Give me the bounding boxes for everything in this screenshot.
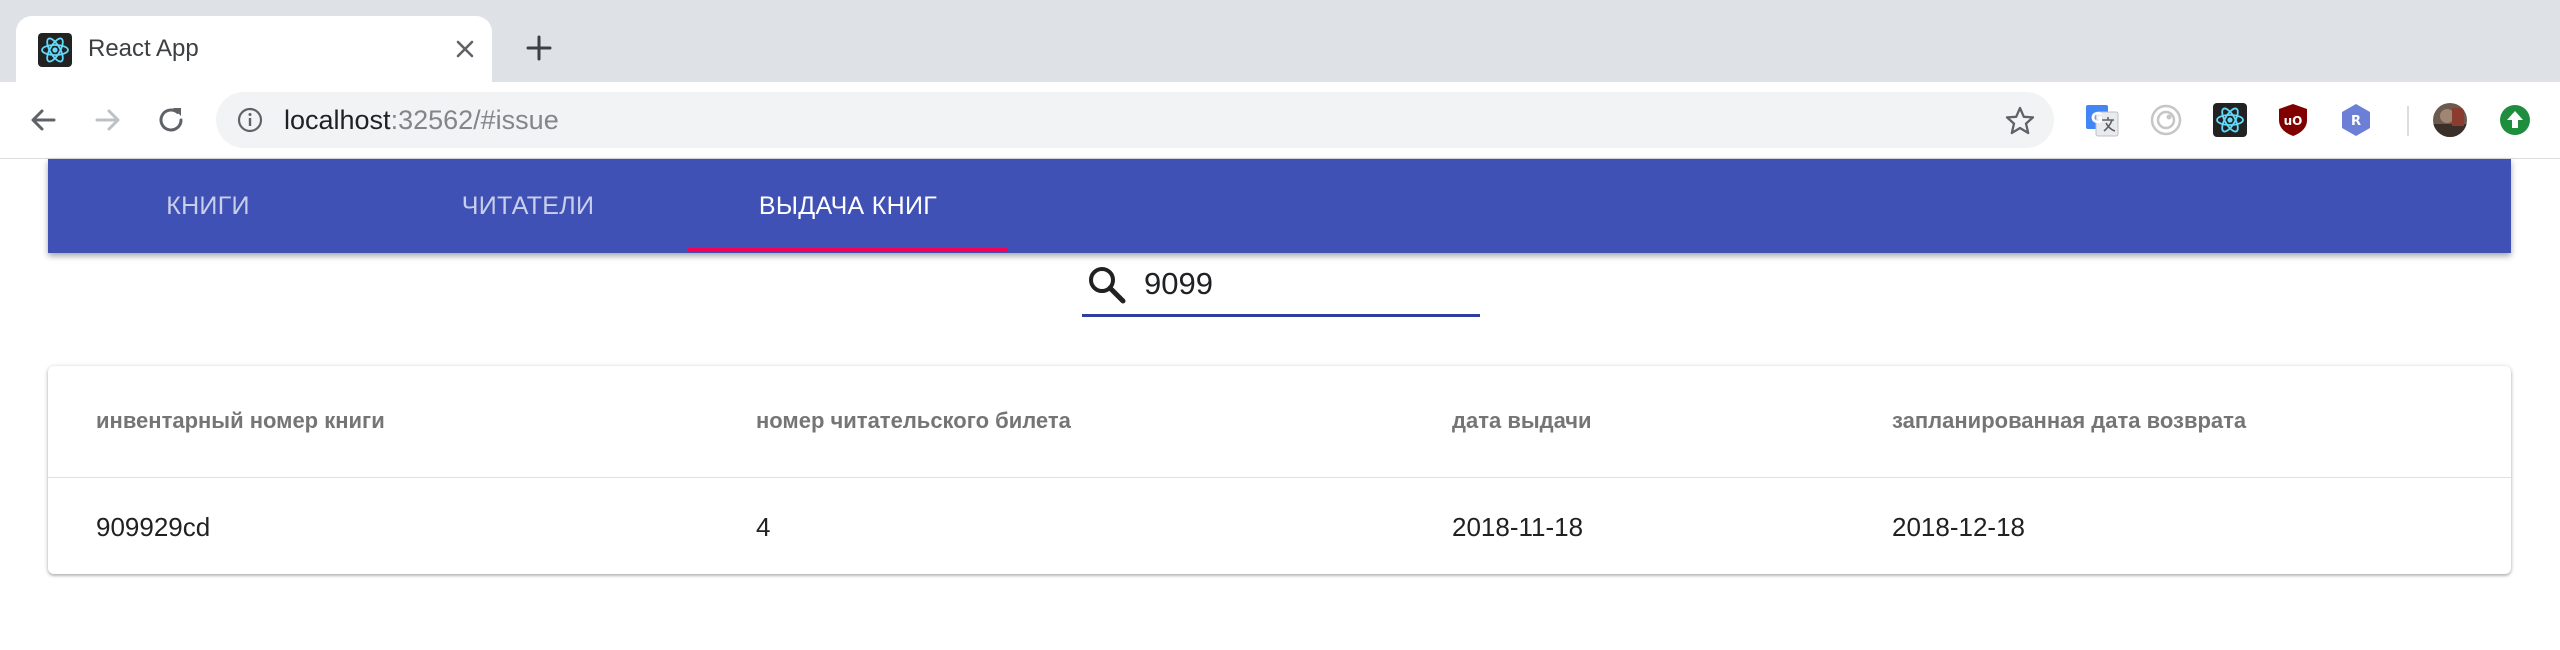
svg-text:uO: uO	[2284, 114, 2303, 128]
close-icon[interactable]	[448, 32, 482, 66]
table-header-row: инвентарный номер книги номер читательск…	[48, 366, 2511, 478]
search-icon	[1089, 267, 1126, 304]
back-arrow-icon[interactable]	[26, 103, 60, 137]
cell-planned-return-date: 2018-12-18	[1892, 512, 2025, 542]
cell-book-inventory-number: 909929cd	[96, 512, 211, 542]
column-header-issue-date: дата выдачи	[1452, 408, 1592, 433]
active-tab-indicator	[688, 248, 1008, 252]
browser-toolbar: localhost:32562/#issue G uO R	[0, 82, 2560, 159]
svg-text:G: G	[2091, 109, 2103, 127]
google-translate-icon[interactable]: G	[2084, 102, 2120, 138]
new-tab-icon[interactable]	[522, 31, 556, 65]
update-arrow-icon[interactable]	[2497, 102, 2533, 138]
url-text: localhost:32562/#issue	[284, 104, 559, 136]
app-navigation-bar: КНИГИ ЧИТАТЕЛИ ВЫДАЧА КНИГ	[48, 159, 2511, 253]
url-host: localhost	[284, 105, 391, 135]
react-icon	[38, 33, 72, 67]
address-bar[interactable]: localhost:32562/#issue	[216, 92, 2054, 148]
info-icon[interactable]	[236, 106, 264, 134]
browser-tab[interactable]: React App	[16, 16, 492, 82]
r-extension-icon[interactable]: R	[2338, 102, 2374, 138]
search-field	[1082, 256, 1480, 317]
browser-tabstrip: React App	[0, 0, 2560, 82]
tab-books[interactable]: КНИГИ	[48, 159, 368, 253]
profile-avatar[interactable]	[2432, 102, 2468, 138]
bookmark-star-icon[interactable]	[2004, 105, 2036, 137]
search-input[interactable]	[1144, 262, 1464, 306]
table-row[interactable]: 909929cd 4 2018-11-18 2018-12-18	[48, 478, 2511, 574]
tab-readers[interactable]: ЧИТАТЕЛИ	[368, 159, 688, 253]
circle-extension-icon[interactable]	[2148, 102, 2184, 138]
toolbar-separator	[2407, 106, 2409, 136]
reload-icon[interactable]	[154, 103, 188, 137]
tab-book-issue[interactable]: ВЫДАЧА КНИГ	[688, 159, 1008, 253]
column-header-reader-card-number: номер читательского билета	[756, 408, 1071, 433]
issue-table: инвентарный номер книги номер читательск…	[48, 366, 2511, 574]
react-devtools-icon[interactable]	[2212, 102, 2248, 138]
ublock-origin-icon[interactable]: uO	[2275, 102, 2311, 138]
column-header-planned-return-date: запланированная дата возврата	[1892, 408, 2247, 433]
svg-text:R: R	[2351, 114, 2361, 129]
forward-arrow-icon[interactable]	[91, 103, 125, 137]
cell-reader-card-number: 4	[756, 512, 771, 542]
url-path: :32562/#issue	[390, 105, 559, 135]
cell-issue-date: 2018-11-18	[1452, 512, 1584, 542]
tab-title: React App	[88, 35, 199, 62]
column-header-book-inventory-number: инвентарный номер книги	[96, 408, 385, 433]
